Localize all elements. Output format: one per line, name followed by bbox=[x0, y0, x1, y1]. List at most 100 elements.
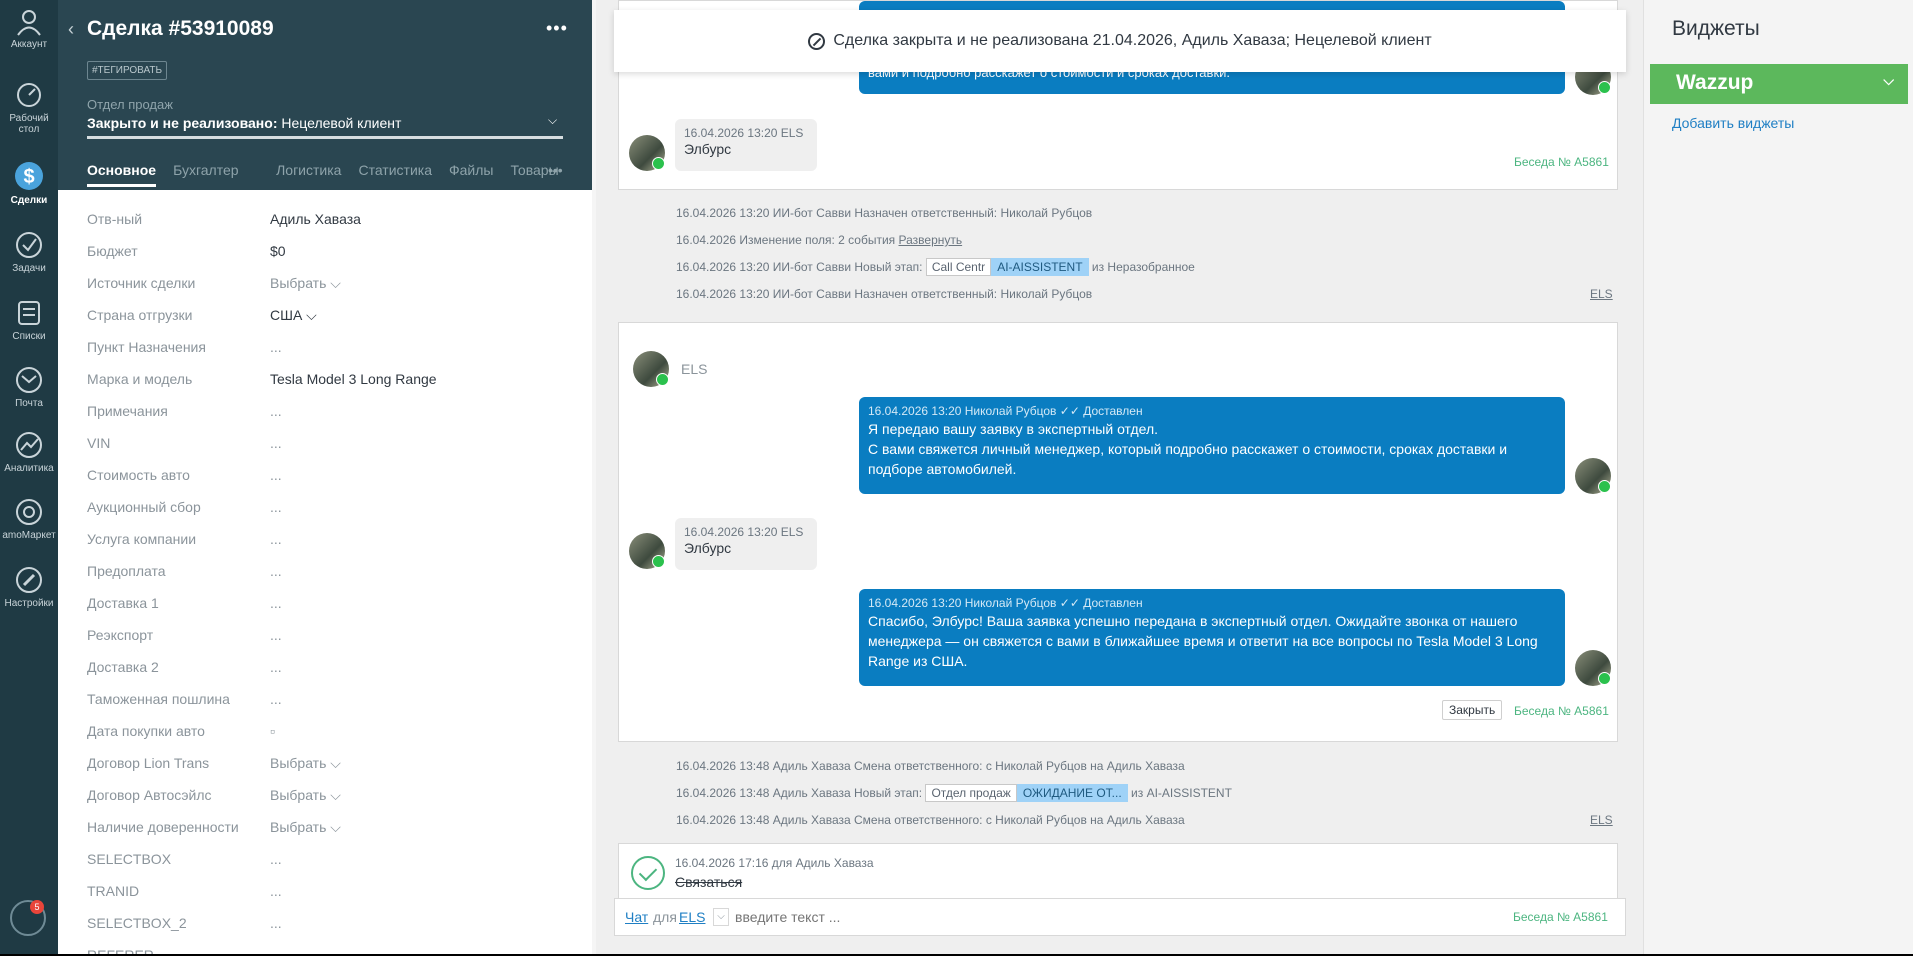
field-value[interactable]: Выбрать ⌵ bbox=[270, 755, 341, 772]
close-conversation-button[interactable]: Закрыть bbox=[1442, 700, 1503, 720]
field-value[interactable]: ... bbox=[270, 499, 282, 515]
stage-from-chip: Отдел продаж bbox=[925, 784, 1017, 802]
chat-header-name: ELS bbox=[681, 361, 708, 377]
field-label: Марка и модель bbox=[87, 371, 193, 387]
nav-deals[interactable]: $ Сделки bbox=[0, 160, 58, 206]
field-budget: Бюджет $0 bbox=[58, 240, 592, 272]
tab-statistics[interactable]: Статистика bbox=[358, 162, 432, 187]
field-value[interactable]: ... bbox=[270, 915, 282, 931]
field-label: Бюджет bbox=[87, 243, 138, 259]
field-value[interactable]: Выбрать ⌵ bbox=[270, 819, 341, 836]
field-value[interactable]: Выбрать ⌵ bbox=[270, 275, 341, 292]
field-value[interactable]: ... bbox=[270, 435, 282, 451]
event-row: 16.04.2026 13:20 ИИ-бот Савви Назначен о… bbox=[676, 287, 1093, 301]
market-icon bbox=[16, 499, 42, 525]
status-selector[interactable]: Закрыто и не реализовано: Нецелевой клие… bbox=[87, 115, 563, 131]
els-link[interactable]: ELS bbox=[1590, 813, 1613, 827]
field-model: Марка и модель Tesla Model 3 Long Range bbox=[58, 368, 592, 400]
app-root: Аккаунт Рабочий стол $ Сделки Задачи Спи… bbox=[0, 0, 1913, 956]
message-outgoing: 16.04.2026 13:20 Николай Рубцов ✓✓ Доста… bbox=[859, 397, 1565, 494]
chat-message-input[interactable] bbox=[735, 906, 1335, 928]
chat-for-label: для bbox=[653, 909, 677, 925]
field-value[interactable]: $0 bbox=[270, 243, 286, 259]
field-auction-fee: Аукционный сбор... bbox=[58, 496, 592, 528]
field-value[interactable]: ... bbox=[270, 851, 282, 867]
conversation-link[interactable]: Беседа № A5861 bbox=[1514, 704, 1609, 718]
field-value[interactable]: Выбрать ⌵ bbox=[270, 787, 341, 804]
field-label: Страна отгрузки bbox=[87, 307, 193, 323]
conversation-link[interactable]: Беседа № A5861 bbox=[1514, 155, 1609, 169]
status-chevron-down-icon[interactable]: ⌵ bbox=[548, 113, 557, 128]
nav-dashboard[interactable]: Рабочий стол bbox=[0, 80, 58, 135]
stage-to-chip: AI-AISSISTENT bbox=[991, 258, 1089, 276]
expand-link[interactable]: Развернуть bbox=[899, 233, 963, 247]
field-label: SELECTBOX_2 bbox=[87, 915, 187, 931]
back-chevron-icon[interactable]: ‹ bbox=[68, 19, 74, 40]
nav-tasks[interactable]: Задачи bbox=[0, 230, 58, 274]
nav-deals-label: Сделки bbox=[10, 195, 48, 206]
field-label: Реэкспорт bbox=[87, 627, 154, 643]
field-value[interactable]: ... bbox=[270, 627, 282, 643]
message-incoming: 16.04.2026 13:20 ELS Элбурс bbox=[675, 119, 817, 171]
field-value[interactable]: ... bbox=[270, 339, 282, 355]
message-meta: 16.04.2026 13:20 ELS bbox=[684, 525, 804, 539]
calendar-icon[interactable]: ▫ bbox=[270, 723, 275, 739]
nav-account-label: Аккаунт bbox=[10, 39, 48, 50]
wazzup-widget[interactable]: Wazzup ⌵ bbox=[1650, 64, 1908, 104]
nav-settings[interactable]: Настройки bbox=[0, 565, 58, 609]
notifications-badge: 5 bbox=[30, 900, 44, 914]
field-country: Страна отгрузки США ⌵ bbox=[58, 304, 592, 336]
field-destination: Пункт Назначения... bbox=[58, 336, 592, 368]
nav-account[interactable]: Аккаунт bbox=[0, 6, 58, 50]
event-text: 16.04.2026 13:20 ИИ-бот Савви Новый этап… bbox=[676, 260, 923, 274]
field-value[interactable]: Tesla Model 3 Long Range bbox=[270, 371, 437, 387]
field-label: Дата покупки авто bbox=[87, 723, 205, 739]
tag-button[interactable]: #ТЕГИРОВАТЬ bbox=[87, 61, 168, 80]
field-value[interactable]: ... bbox=[270, 467, 282, 483]
conversation-link[interactable]: Беседа № A5861 bbox=[1513, 910, 1608, 924]
pipeline-label: Отдел продаж bbox=[87, 97, 173, 112]
chevron-down-icon[interactable]: ⌵ bbox=[713, 908, 729, 926]
nav-mail[interactable]: Почта bbox=[0, 365, 58, 409]
field-purchase-date: Дата покупки авто ▫ bbox=[58, 720, 592, 752]
nav-lists[interactable]: Списки bbox=[0, 298, 58, 342]
tabs-more-icon[interactable]: ••• bbox=[548, 162, 563, 178]
chat-target-link[interactable]: ELS bbox=[679, 909, 705, 925]
tab-accounting[interactable]: Бухгалтер bbox=[173, 162, 259, 187]
nav-dashboard-label: Рабочий стол bbox=[9, 113, 49, 135]
field-label: Отв-ный bbox=[87, 211, 143, 227]
field-value[interactable]: ... bbox=[270, 883, 282, 899]
field-value[interactable]: Адиль Хаваза bbox=[270, 211, 361, 227]
field-value[interactable]: ... bbox=[270, 563, 282, 579]
chat-mode-link[interactable]: Чат bbox=[625, 909, 648, 925]
message-meta: 16.04.2026 13:20 Николай Рубцов ✓✓ Доста… bbox=[868, 404, 1143, 418]
message-text: Спасибо, Элбурс! Ваша заявка успешно пер… bbox=[868, 613, 1538, 669]
els-link[interactable]: ELS bbox=[1590, 287, 1613, 301]
task-meta: 16.04.2026 17:16 для Адиль Хаваза bbox=[675, 856, 874, 870]
field-value[interactable]: ... bbox=[270, 595, 282, 611]
task-done-check-icon[interactable] bbox=[631, 856, 665, 890]
field-label: Доставка 1 bbox=[87, 595, 159, 611]
field-reexport: Реэкспорт... bbox=[58, 624, 592, 656]
nav-market[interactable]: amoМаркет bbox=[0, 497, 58, 541]
tasks-icon bbox=[16, 232, 42, 258]
field-value[interactable]: ... bbox=[270, 659, 282, 675]
more-menu-icon[interactable]: ••• bbox=[546, 18, 568, 39]
field-value[interactable]: ... bbox=[270, 403, 282, 419]
field-value[interactable]: ... bbox=[270, 691, 282, 707]
nav-analytics[interactable]: Аналитика bbox=[0, 430, 58, 474]
field-value[interactable]: США ⌵ bbox=[270, 307, 317, 324]
widgets-title: Виджеты bbox=[1672, 17, 1760, 40]
tab-files[interactable]: Файлы bbox=[449, 162, 493, 187]
chevron-down-icon[interactable]: ⌵ bbox=[1883, 72, 1894, 89]
whatsapp-icon bbox=[1598, 81, 1611, 94]
nav-mail-label: Почта bbox=[15, 398, 43, 409]
tab-logistics[interactable]: Логистика bbox=[276, 162, 341, 187]
field-car-price: Стоимость авто... bbox=[58, 464, 592, 496]
main-nav: Аккаунт Рабочий стол $ Сделки Задачи Спи… bbox=[0, 0, 58, 956]
nav-lists-label: Списки bbox=[12, 331, 46, 342]
field-label: Стоимость авто bbox=[87, 467, 190, 483]
tab-main[interactable]: Основное bbox=[87, 162, 157, 187]
field-value[interactable]: ... bbox=[270, 531, 282, 547]
add-widgets-link[interactable]: Добавить виджеты bbox=[1672, 115, 1794, 131]
